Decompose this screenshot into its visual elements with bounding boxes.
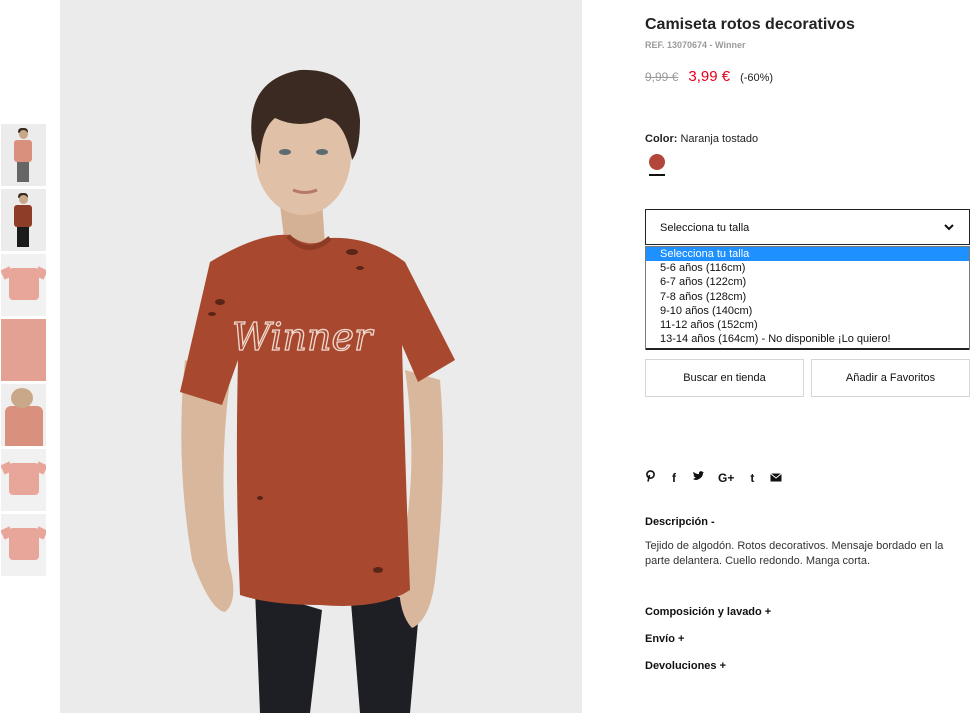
- description-text: Tejido de algodón. Rotos decorativos. Me…: [645, 540, 944, 567]
- twitter-icon[interactable]: [692, 470, 705, 485]
- thumb-shirt: [14, 140, 32, 162]
- returns-accordion[interactable]: Devoluciones +: [645, 660, 726, 672]
- shirt-print: Winner: [232, 315, 375, 359]
- add-to-favorites-button[interactable]: Añadir a Favoritos: [811, 359, 970, 397]
- size-option[interactable]: 13-14 años (164cm) - No disponible ¡Lo q…: [646, 332, 969, 346]
- description-heading[interactable]: Descripción -: [645, 516, 715, 528]
- size-option[interactable]: 11-12 años (152cm): [646, 318, 969, 332]
- thumbnail-6[interactable]: [1, 449, 46, 511]
- color-label: Color: Naranja tostado: [645, 133, 758, 145]
- thumbnail-1[interactable]: [1, 124, 46, 186]
- email-icon[interactable]: [770, 471, 783, 485]
- color-name: Naranja tostado: [680, 133, 759, 145]
- product-reference: REF. 13070674 - Winner: [645, 40, 746, 50]
- pinterest-icon[interactable]: [645, 470, 656, 485]
- tumblr-icon[interactable]: t: [747, 471, 757, 485]
- original-price: 9,99 €: [645, 70, 679, 84]
- price-block: 9,99 € 3,99 € (-60%): [645, 68, 773, 85]
- shipping-accordion[interactable]: Envío +: [645, 633, 684, 645]
- thumbnail-4[interactable]: [1, 319, 46, 381]
- thumb-tee: [9, 463, 39, 495]
- thumbnail-2[interactable]: [1, 189, 46, 251]
- find-in-store-button[interactable]: Buscar en tienda: [645, 359, 804, 397]
- product-title: Camiseta rotos decorativos: [645, 16, 855, 33]
- thumb-torso: [5, 406, 43, 446]
- size-option[interactable]: 5-6 años (116cm): [646, 261, 969, 275]
- google-plus-icon[interactable]: G+: [718, 471, 734, 485]
- thumb-shirt: [14, 205, 32, 227]
- size-option[interactable]: 7-8 años (128cm): [646, 290, 969, 304]
- size-option[interactable]: Selecciona tu talla: [646, 247, 969, 262]
- thumb-face: [11, 388, 33, 408]
- color-label-prefix: Color:: [645, 133, 678, 145]
- main-product-image[interactable]: Winner: [60, 0, 582, 713]
- composition-accordion[interactable]: Composición y lavado +: [645, 606, 771, 618]
- size-select-label: Selecciona tu talla: [660, 222, 750, 234]
- thumbnail-strip: [1, 124, 46, 579]
- facebook-icon[interactable]: f: [669, 471, 679, 485]
- thumb-tee: [9, 268, 39, 300]
- thumb-tee: [9, 528, 39, 560]
- color-swatch[interactable]: [649, 154, 665, 170]
- thumb-legs: [17, 227, 29, 247]
- chevron-down-icon: [944, 224, 954, 231]
- social-share-bar: f G+ t: [645, 470, 783, 485]
- thumbnail-5[interactable]: [1, 384, 46, 446]
- size-option[interactable]: 6-7 años (122cm): [646, 275, 969, 289]
- thumb-head: [19, 130, 28, 139]
- swatch-selected-indicator: [649, 174, 665, 176]
- size-select[interactable]: Selecciona tu talla: [645, 209, 970, 245]
- product-photo-illustration: Winner: [60, 0, 582, 713]
- size-dropdown-list: Selecciona tu talla 5-6 años (116cm) 6-7…: [645, 246, 970, 350]
- discount-badge: (-60%): [740, 72, 774, 84]
- thumbnail-3[interactable]: [1, 254, 46, 316]
- sale-price: 3,99 €: [688, 68, 731, 85]
- thumbnail-7[interactable]: [1, 514, 46, 576]
- thumb-head: [19, 195, 28, 204]
- size-option[interactable]: 9-10 años (140cm): [646, 304, 969, 318]
- thumb-legs: [17, 162, 29, 182]
